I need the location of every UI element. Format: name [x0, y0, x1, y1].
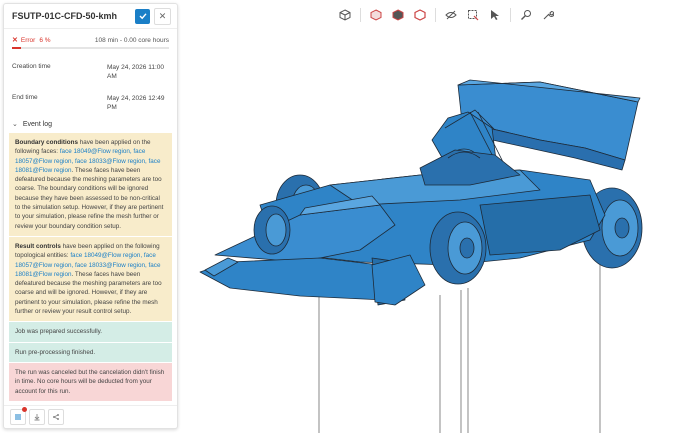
progress-percent: 6 %	[39, 36, 51, 44]
end-time-value: May 24, 2026 12:49 PM	[107, 95, 165, 111]
log-error-canceled: The run was canceled but the cancelation…	[9, 361, 172, 401]
panel-footer	[4, 405, 177, 428]
event-log-toggle[interactable]: ⌄ Event log	[4, 120, 177, 129]
measure-icon[interactable]	[517, 6, 535, 24]
visibility-icon[interactable]	[442, 6, 460, 24]
event-list-button[interactable]	[10, 407, 27, 425]
log-lead: Boundary conditions	[15, 139, 78, 146]
rect-select-icon[interactable]	[464, 6, 482, 24]
cursor-select-icon[interactable]	[486, 6, 504, 24]
event-list-icon	[15, 414, 21, 420]
progress-fill	[12, 47, 22, 49]
notification-dot	[22, 407, 27, 412]
log-success-preprocessing: Run pre-processing finished.	[9, 341, 172, 362]
close-icon: ✕	[158, 10, 167, 21]
log-lead: Result controls	[15, 242, 61, 250]
box-outline-icon[interactable]	[411, 6, 429, 24]
close-button[interactable]: ✕	[154, 7, 171, 25]
toolbar-divider	[510, 8, 511, 22]
toolbar-divider	[435, 8, 436, 22]
download-button[interactable]	[29, 409, 45, 425]
creation-time-value: May 24, 2026 11:00 AM	[107, 64, 164, 80]
chevron-down-icon: ⌄	[12, 121, 18, 128]
creation-time-row: Creation time May 24, 2026 11:00 AM	[4, 63, 177, 81]
cube-view-icon[interactable]	[336, 6, 354, 24]
run-details-panel: FSUTP-01C-CFD-50-kmh ✕ ✕ Error 6 % 108 m…	[3, 3, 178, 429]
log-warning-boundary: Boundary conditions have been applied on…	[9, 133, 172, 236]
panel-header: FSUTP-01C-CFD-50-kmh ✕	[4, 4, 177, 29]
event-log-heading: Event log	[22, 120, 53, 128]
box-select-icon[interactable]	[367, 6, 385, 24]
share-button[interactable]	[48, 409, 64, 425]
log-warning-result: Result controls have been applied on the…	[9, 235, 172, 322]
run-meta: 108 min - 0.00 core hours	[94, 36, 169, 44]
progress-bar	[12, 47, 169, 49]
end-time-label: End time	[12, 94, 38, 101]
error-icon: ✕	[12, 37, 18, 44]
run-title: FSUTP-01C-CFD-50-kmh	[12, 11, 118, 21]
download-icon	[34, 414, 40, 421]
status-label: Error	[20, 36, 36, 44]
status-row: ✕ Error 6 % 108 min - 0.00 core hours	[4, 29, 177, 45]
log-success-prepared: Job was prepared successfully.	[9, 321, 172, 342]
log-text: . These faces have been defeatured becau…	[15, 166, 164, 230]
toolbar-divider	[360, 8, 361, 22]
check-icon	[139, 13, 147, 20]
creation-time-label: Creation time	[12, 63, 51, 70]
settings-wrench-icon[interactable]	[539, 6, 557, 24]
share-icon	[53, 414, 59, 420]
end-time-row: End time May 24, 2026 12:49 PM	[4, 94, 177, 112]
hide-icon[interactable]	[389, 6, 407, 24]
confirm-button[interactable]	[135, 8, 150, 24]
viewer-toolbar	[336, 6, 557, 24]
